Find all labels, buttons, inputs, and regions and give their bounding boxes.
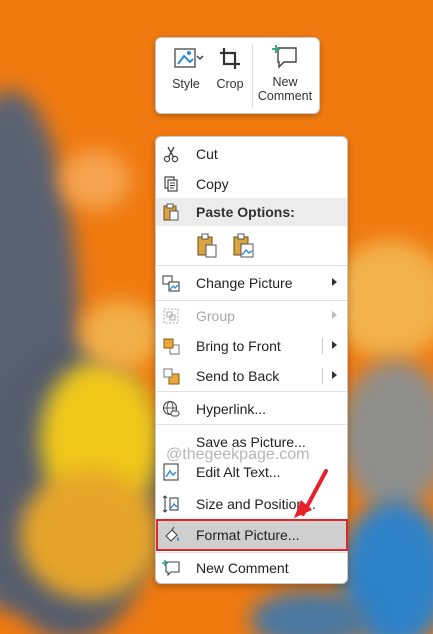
submenu-arrow-icon[interactable] xyxy=(332,341,337,349)
split-divider xyxy=(322,368,323,384)
new-comment-icon xyxy=(272,45,297,69)
scissors-icon xyxy=(163,146,179,163)
menu-item-label: Change Picture xyxy=(196,275,293,291)
menu-item-cut[interactable]: Cut xyxy=(156,139,347,169)
send-to-back-icon xyxy=(163,368,180,385)
red-annotation-arrow-icon xyxy=(294,469,328,518)
menu-item-label: Hyperlink... xyxy=(196,401,267,417)
new-comment-button[interactable]: New Comment xyxy=(254,44,316,103)
submenu-arrow-icon xyxy=(332,311,337,319)
new-comment-line2: Comment xyxy=(257,89,313,103)
menu-item-label: Format Picture... xyxy=(196,527,300,543)
submenu-arrow-icon xyxy=(332,278,337,286)
menu-item-label: Cut xyxy=(196,146,218,162)
paste-options-header: Paste Options: xyxy=(156,198,347,226)
menu-item-label: Send to Back xyxy=(196,368,280,384)
paste-keep-icon xyxy=(197,233,217,258)
new-comment-line1: New xyxy=(272,75,298,89)
bring-to-front-icon xyxy=(163,338,180,355)
menu-item-label: Bring to Front xyxy=(196,338,281,354)
watermark-text: @thegeekpage.com xyxy=(166,446,310,463)
copy-icon xyxy=(164,176,178,192)
split-divider xyxy=(322,338,323,354)
menu-separator xyxy=(156,265,347,266)
paste-options-label: Paste Options: xyxy=(196,204,295,220)
paste-icon xyxy=(163,203,179,221)
menu-item-change-picture[interactable]: Change Picture xyxy=(156,268,347,298)
mini-toolbar: Style Crop New Comment xyxy=(155,37,320,114)
menu-item-group[interactable]: Group xyxy=(156,301,347,331)
format-picture-icon xyxy=(165,526,179,542)
change-picture-icon xyxy=(162,275,180,292)
hyperlink-icon xyxy=(162,400,180,417)
menu-item-label: Group xyxy=(196,308,235,324)
style-icon xyxy=(174,48,204,68)
size-position-icon xyxy=(162,495,179,513)
alt-text-icon xyxy=(163,463,179,481)
crop-icon xyxy=(220,48,240,69)
menu-item-label: New Comment xyxy=(196,560,289,576)
menu-item-send-to-back[interactable]: Send to Back xyxy=(156,361,347,391)
group-icon xyxy=(163,308,179,324)
paste-option-picture[interactable] xyxy=(231,233,255,259)
menu-item-label: Edit Alt Text... xyxy=(196,464,281,480)
menu-item-bring-to-front[interactable]: Bring to Front xyxy=(156,331,347,361)
style-button[interactable]: Style xyxy=(164,44,208,91)
toolbar-divider xyxy=(252,44,253,108)
menu-item-hyperlink[interactable]: Hyperlink... xyxy=(156,394,347,424)
menu-separator xyxy=(156,391,347,392)
paste-option-keep-formatting[interactable] xyxy=(195,233,219,259)
paste-picture-icon xyxy=(233,233,254,258)
style-label: Style xyxy=(172,77,200,91)
menu-item-new-comment[interactable]: New Comment xyxy=(156,553,347,583)
submenu-arrow-icon[interactable] xyxy=(332,371,337,379)
menu-item-copy[interactable]: Copy xyxy=(156,169,347,199)
crop-button[interactable]: Crop xyxy=(208,44,252,91)
menu-item-label: Copy xyxy=(196,176,229,192)
crop-label: Crop xyxy=(216,77,244,91)
new-comment-icon xyxy=(162,560,180,577)
menu-separator xyxy=(156,424,347,425)
